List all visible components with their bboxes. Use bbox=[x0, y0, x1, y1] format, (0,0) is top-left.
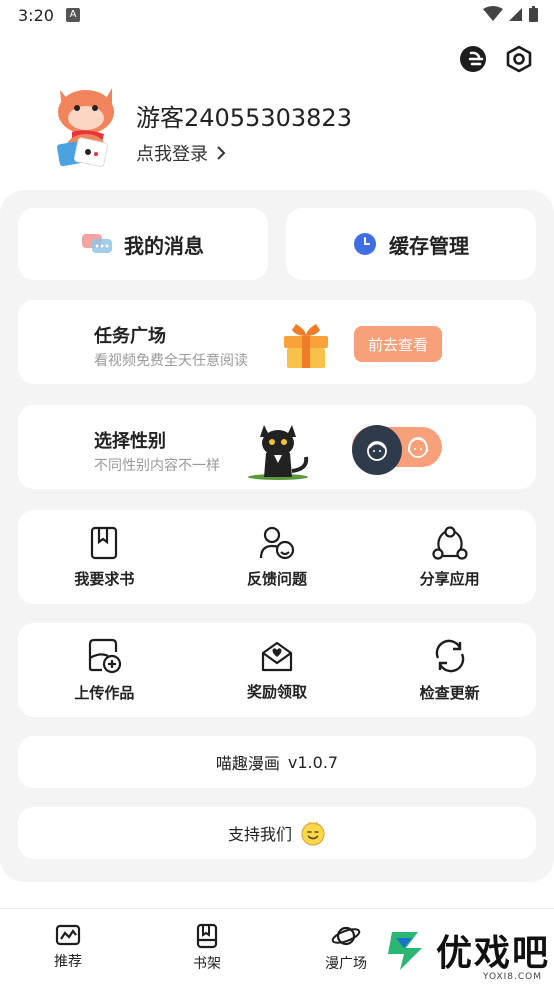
tab-recommend-label: 推荐 bbox=[54, 954, 82, 970]
status-time: 3:20 bbox=[18, 6, 54, 25]
black-cat-icon bbox=[248, 425, 309, 480]
tab-comic-square-label: 漫广场 bbox=[325, 956, 367, 972]
share-app-label: 分享应用 bbox=[419, 569, 480, 588]
main-panel: 我的消息 缓存管理 任务广场 看视频免费全天任意阅读 前去查看 选择性别 不同性… bbox=[0, 190, 554, 882]
claim-reward-label: 奖励领取 bbox=[247, 682, 308, 701]
bookshelf-icon bbox=[196, 923, 218, 949]
request-book-label: 我要求书 bbox=[74, 569, 135, 588]
tab-bookshelf-label: 书架 bbox=[193, 956, 221, 972]
recommend-icon bbox=[55, 924, 81, 946]
check-update-button[interactable]: 检查更新 bbox=[363, 623, 536, 717]
my-messages-button[interactable]: 我的消息 bbox=[18, 208, 268, 280]
profile-header: 游客24055303823 点我登录 bbox=[52, 82, 512, 174]
tab-recommend[interactable]: 推荐 bbox=[28, 923, 108, 971]
chat-bubbles-icon bbox=[82, 234, 112, 253]
task-square-card[interactable]: 任务广场 看视频免费全天任意阅读 前去查看 bbox=[18, 300, 536, 384]
settings-hex-icon bbox=[506, 45, 532, 73]
bottom-tab-bar: 推荐 书架 漫广场 优戏吧 YOXI8.COM bbox=[0, 908, 554, 984]
night-mode-button[interactable] bbox=[458, 44, 488, 74]
tab-comic-square[interactable]: 漫广场 bbox=[306, 923, 386, 973]
upload-icon bbox=[89, 638, 122, 673]
my-messages-label: 我的消息 bbox=[124, 233, 204, 258]
feedback-user-icon bbox=[259, 526, 295, 559]
upload-work-button[interactable]: 上传作品 bbox=[18, 623, 191, 717]
smile-face-icon bbox=[301, 821, 325, 846]
notification-a-icon: A bbox=[66, 8, 80, 22]
request-book-button[interactable]: 我要求书 bbox=[18, 510, 191, 604]
task-subtitle: 看视频免费全天任意阅读 bbox=[94, 353, 248, 369]
support-label: 支持我们 bbox=[227, 825, 292, 844]
female-option[interactable] bbox=[404, 433, 432, 461]
wifi-icon bbox=[483, 6, 503, 21]
gender-subtitle: 不同性别内容不一样 bbox=[94, 458, 220, 474]
cat-mascot-icon bbox=[56, 88, 114, 168]
app-version: v1.0.7 bbox=[287, 752, 339, 772]
watermark-brand: 优戏吧 bbox=[435, 933, 550, 974]
tab-bookshelf[interactable]: 书架 bbox=[167, 923, 247, 973]
support-us-button[interactable]: 支持我们 bbox=[18, 807, 536, 859]
version-info: 喵趣漫画 v1.0.7 bbox=[18, 736, 536, 788]
gender-toggle[interactable] bbox=[352, 425, 442, 475]
bookmark-book-icon bbox=[91, 526, 118, 559]
signal-icon bbox=[509, 8, 522, 21]
app-name: 喵趣漫画 bbox=[215, 754, 280, 773]
chevron-right-icon bbox=[217, 146, 226, 160]
brand-logo-icon bbox=[387, 932, 422, 970]
battery-icon bbox=[529, 6, 538, 22]
upload-work-label: 上传作品 bbox=[74, 683, 135, 702]
share-icon bbox=[432, 525, 468, 560]
watermark-logo: 优戏吧 YOXI8.COM bbox=[382, 924, 550, 982]
claim-reward-button[interactable]: 奖励领取 bbox=[191, 623, 364, 717]
gender-title: 选择性别 bbox=[94, 431, 166, 452]
gift-box-icon bbox=[284, 324, 328, 368]
cache-management-label: 缓存管理 bbox=[389, 233, 469, 258]
gender-select-card: 选择性别 不同性别内容不一样 bbox=[18, 405, 536, 489]
male-face-icon bbox=[367, 441, 387, 461]
features-row-2: 上传作品 奖励领取 检查更新 bbox=[18, 623, 536, 717]
gift-envelope-icon bbox=[261, 641, 293, 671]
username: 游客24055303823 bbox=[136, 104, 352, 132]
avatar[interactable] bbox=[52, 82, 122, 170]
female-face-icon bbox=[408, 437, 428, 458]
go-view-button[interactable]: 前去查看 bbox=[354, 326, 442, 362]
login-label: 点我登录 bbox=[136, 144, 208, 165]
cache-management-button[interactable]: 缓存管理 bbox=[286, 208, 536, 280]
moon-cloud-icon bbox=[460, 46, 486, 72]
refresh-icon bbox=[435, 639, 464, 672]
settings-button[interactable] bbox=[504, 44, 534, 74]
male-option[interactable] bbox=[352, 425, 402, 475]
planet-icon bbox=[331, 926, 361, 946]
check-update-label: 检查更新 bbox=[419, 683, 480, 702]
features-row-1: 我要求书 反馈问题 分享应用 bbox=[18, 510, 536, 604]
login-link[interactable]: 点我登录 bbox=[136, 140, 226, 166]
status-bar: 3:20 A bbox=[0, 0, 554, 34]
feedback-button[interactable]: 反馈问题 bbox=[191, 510, 364, 604]
task-title: 任务广场 bbox=[94, 326, 166, 347]
share-app-button[interactable]: 分享应用 bbox=[363, 510, 536, 604]
feedback-label: 反馈问题 bbox=[247, 569, 308, 588]
watermark-url: YOXI8.COM bbox=[482, 972, 542, 982]
clock-icon bbox=[354, 233, 376, 255]
